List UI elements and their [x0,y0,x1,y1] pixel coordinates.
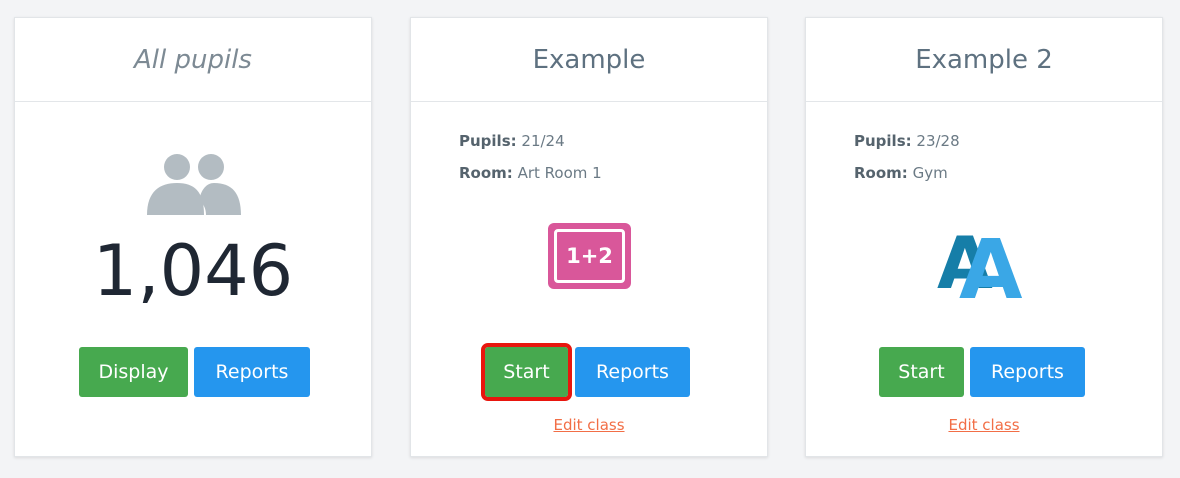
math-icon-text: 1+2 [554,229,625,283]
pupils-label: Pupils: [459,132,517,150]
reports-button[interactable]: Reports [194,347,310,397]
class-card-example-2: Example 2 Pupils: 23/28 Room: Gym A A St… [805,17,1163,457]
pupils-info: Pupils: 23/28 [854,132,960,150]
edit-class-link[interactable]: Edit class [411,416,767,434]
pupil-count: 1,046 [92,230,294,312]
pupils-group-icon [144,153,244,218]
reports-button[interactable]: Reports [575,347,690,397]
class-card-example: Example Pupils: 21/24 Room: Art Room 1 1… [410,17,768,457]
reports-button[interactable]: Reports [970,347,1085,397]
card-title: All pupils [15,18,371,102]
room-value: Gym [912,164,948,182]
room-info: Room: Art Room 1 [459,164,602,182]
room-value: Art Room 1 [517,164,602,182]
card-title: Example [411,18,767,102]
letters-aa-icon: A A [935,216,1035,318]
svg-text:A: A [959,223,1023,306]
pupils-label: Pupils: [854,132,912,150]
start-button[interactable]: Start [481,343,572,401]
math-1plus2-icon: 1+2 [548,223,631,289]
start-button[interactable]: Start [879,347,964,397]
room-info: Room: Gym [854,164,948,182]
room-label: Room: [854,164,908,182]
display-button[interactable]: Display [79,347,188,397]
room-label: Room: [459,164,513,182]
pupils-value: 23/28 [916,132,960,150]
card-title: Example 2 [806,18,1162,102]
pupils-info: Pupils: 21/24 [459,132,565,150]
all-pupils-card: All pupils 1,046 Display Reports [14,17,372,457]
edit-class-link[interactable]: Edit class [806,416,1162,434]
pupils-value: 21/24 [521,132,565,150]
